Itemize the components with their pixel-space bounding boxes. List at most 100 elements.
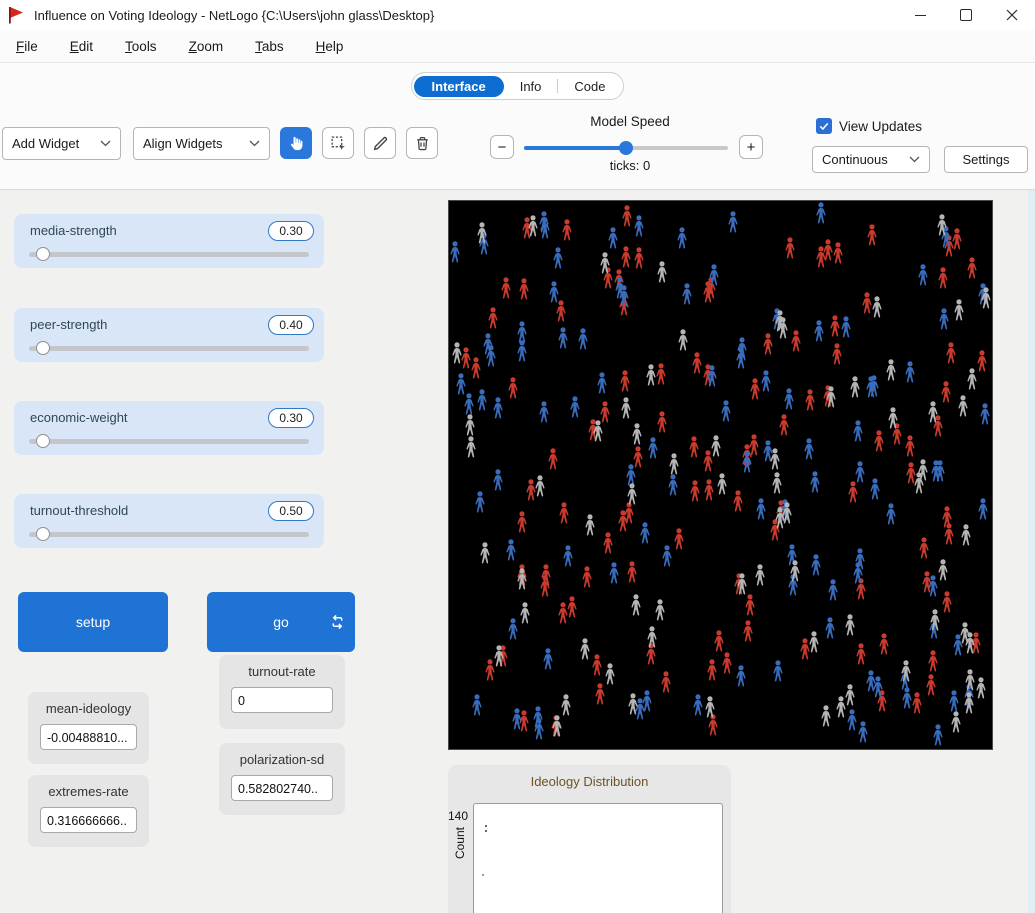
menu-tabs[interactable]: Tabs xyxy=(245,36,294,57)
menu-bar: File Edit Tools Zoom Tabs Help xyxy=(0,30,1035,63)
slider-value: 0.30 xyxy=(268,221,314,241)
agent-red xyxy=(713,630,725,653)
monitor-value: 0.582802740.. xyxy=(231,775,333,801)
agent-blue xyxy=(813,320,825,343)
agent-gray xyxy=(900,660,912,683)
slider-thumb[interactable] xyxy=(36,341,50,355)
model-speed-slider[interactable] xyxy=(524,141,728,155)
agent-red xyxy=(619,370,631,393)
monitor-turnout-rate: turnout-rate 0 xyxy=(219,655,345,729)
monitor-mean-ideology: mean-ideology -0.00488810... xyxy=(28,692,149,764)
slider-media-strength[interactable]: media-strength 0.30 xyxy=(14,214,324,268)
menu-zoom[interactable]: Zoom xyxy=(179,36,234,57)
setup-button-label: setup xyxy=(76,614,110,630)
agent-blue xyxy=(932,724,944,747)
agent-red xyxy=(655,363,667,386)
menu-tools[interactable]: Tools xyxy=(115,36,167,57)
slider-value: 0.50 xyxy=(268,501,314,521)
agent-blue xyxy=(934,460,946,483)
agent-red xyxy=(706,659,718,682)
forever-loop-icon xyxy=(330,615,345,630)
agent-red xyxy=(620,246,632,269)
add-widget-dropdown[interactable]: Add Widget xyxy=(2,127,121,160)
agent-blue xyxy=(824,617,836,640)
interact-tool-button[interactable] xyxy=(280,127,312,159)
chevron-down-icon xyxy=(909,156,920,163)
align-widgets-dropdown[interactable]: Align Widgets xyxy=(133,127,270,160)
agent-red xyxy=(555,300,567,323)
agent-gray xyxy=(630,594,642,617)
slider-thumb[interactable] xyxy=(36,527,50,541)
agent-gray xyxy=(527,215,539,238)
go-button[interactable]: go xyxy=(207,592,355,652)
menu-edit[interactable]: Edit xyxy=(60,36,103,57)
agent-gray xyxy=(599,252,611,275)
slider-turnout-threshold[interactable]: turnout-threshold 0.50 xyxy=(14,494,324,548)
agent-gray xyxy=(626,483,638,506)
tab-code[interactable]: Code xyxy=(558,76,621,97)
agent-blue xyxy=(783,388,795,411)
agent-gray xyxy=(887,407,899,430)
view-updates-checkbox[interactable] xyxy=(816,118,832,134)
agent-blue xyxy=(557,327,569,350)
select-tool-button[interactable] xyxy=(322,127,354,159)
agent-gray xyxy=(917,459,929,482)
agent-red xyxy=(558,502,570,525)
edit-tool-button[interactable] xyxy=(364,127,396,159)
slider-track[interactable] xyxy=(29,439,309,444)
agent-gray xyxy=(668,453,680,476)
agent-red xyxy=(941,591,953,614)
agent-gray xyxy=(885,359,897,382)
agent-gray xyxy=(736,573,748,596)
menu-file[interactable]: File xyxy=(6,36,48,57)
agent-gray xyxy=(493,645,505,668)
agent-red xyxy=(866,224,878,247)
close-button[interactable] xyxy=(989,0,1035,30)
agent-red xyxy=(918,537,930,560)
speed-slider-thumb[interactable] xyxy=(619,141,633,155)
slider-thumb[interactable] xyxy=(36,434,50,448)
agent-blue xyxy=(661,545,673,568)
slider-peer-strength[interactable]: peer-strength 0.40 xyxy=(14,308,324,362)
agent-blue xyxy=(569,396,581,419)
delete-tool-button[interactable] xyxy=(406,127,438,159)
agent-blue xyxy=(854,461,866,484)
slider-economic-weight[interactable]: economic-weight 0.30 xyxy=(14,401,324,455)
agent-blue xyxy=(577,328,589,351)
world-view[interactable] xyxy=(448,200,993,750)
slider-track[interactable] xyxy=(29,532,309,537)
slider-track[interactable] xyxy=(29,346,309,351)
agent-gray xyxy=(849,376,861,399)
minimize-button[interactable] xyxy=(897,0,943,30)
agent-blue xyxy=(538,401,550,424)
minimize-icon xyxy=(915,15,926,16)
agent-red xyxy=(778,414,790,437)
setup-button[interactable]: setup xyxy=(18,592,168,652)
menu-help[interactable]: Help xyxy=(306,36,354,57)
tab-interface[interactable]: Interface xyxy=(414,76,504,97)
agent-red xyxy=(940,381,952,404)
agent-red xyxy=(822,239,834,262)
speed-decrease-button[interactable]: − xyxy=(490,135,514,159)
agent-blue xyxy=(614,277,626,300)
agent-red xyxy=(581,566,593,589)
agent-gray xyxy=(871,296,883,319)
agent-gray xyxy=(844,684,856,707)
speed-increase-button[interactable]: + xyxy=(739,135,763,159)
slider-thumb[interactable] xyxy=(36,247,50,261)
agent-gray xyxy=(950,711,962,734)
tab-info[interactable]: Info xyxy=(504,76,558,97)
agent-gray xyxy=(579,638,591,661)
slider-label: economic-weight xyxy=(30,410,128,425)
update-mode-dropdown[interactable]: Continuous xyxy=(812,146,930,173)
agent-blue xyxy=(810,554,822,577)
agent-gray xyxy=(960,524,972,547)
agent-red xyxy=(566,596,578,619)
settings-button[interactable]: Settings xyxy=(944,146,1028,173)
agent-red xyxy=(762,333,774,356)
maximize-button[interactable] xyxy=(943,0,989,30)
vertical-scrollbar[interactable] xyxy=(1028,190,1035,913)
agent-gray xyxy=(937,559,949,582)
agent-red xyxy=(703,479,715,502)
slider-track[interactable] xyxy=(29,252,309,257)
